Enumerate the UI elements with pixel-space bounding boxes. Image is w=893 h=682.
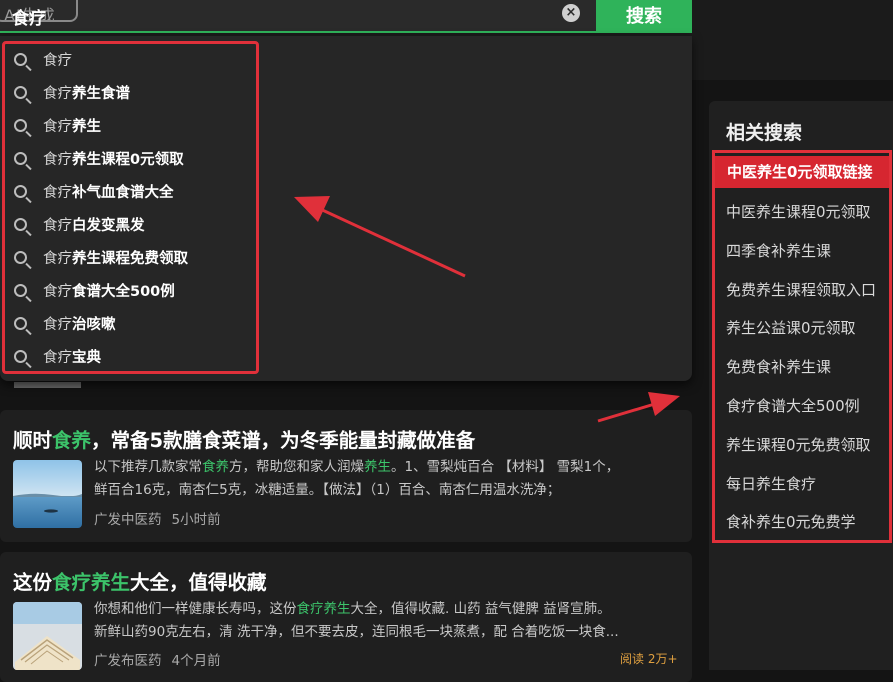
suggestion-prefix: 食疗 [43,118,72,135]
search-icon [14,349,27,363]
related-item[interactable]: 食补养生0元免费学 [726,511,856,532]
result-time: 5小时前 [171,512,221,528]
related-item[interactable]: 中医养生课程0元领取 [726,201,871,222]
search-box[interactable]: AI生成 食疗 × [0,0,596,33]
snippet-text: 。1、雪梨炖百合 【材料】 雪梨1个， [391,459,620,475]
related-item[interactable]: 免费食补养生课 [726,356,831,377]
suggestion-rest: 养生课程免费领取 [72,250,188,267]
result-thumbnail[interactable] [13,460,82,528]
suggestion-rest: 养生食谱 [72,85,130,102]
related-item[interactable]: 四季食补养生课 [726,240,831,261]
snippet-text: 你想和他们一样健康长寿吗，这份 [94,601,297,617]
suggestion-rest: 治咳嗽 [72,316,116,333]
suggestion-prefix: 食疗 [43,316,72,333]
related-item[interactable]: 免费养生课程领取入口 [726,279,876,300]
snippet-highlight: 食养 [202,459,229,475]
read-count-badge: 阅读 2万+ [620,652,678,666]
suggestion-prefix: 食疗 [43,283,72,300]
suggestion-item[interactable]: 食疗白发变黑发 [14,210,254,238]
suggestion-prefix: 食疗 [43,85,72,102]
search-icon [14,283,27,297]
suggestion-item[interactable]: 食疗养生食谱 [14,78,254,106]
suggestion-rest: 养生课程0元领取 [72,151,184,168]
suggestion-rest: 宝典 [72,349,101,366]
result-meta: 广发中医药 5小时前 [94,508,231,528]
related-item[interactable]: 中医养生0元领取链接 [715,156,889,188]
close-circle-icon[interactable]: × [562,4,580,22]
suggestion-prefix: 食疗 [43,52,72,69]
suggestion-rest: 补气血食谱大全 [72,184,174,201]
result-title-text: ，常备5款膳食菜谱，为冬季能量封藏做准备 [91,429,476,452]
suggestion-prefix: 食疗 [43,151,72,168]
search-icon [14,151,27,165]
search-icon [14,184,27,198]
result-snippet: 以下推荐几款家常食养方，帮助您和家人润燥养生。1、雪梨炖百合 【材料】 雪梨1个… [94,456,674,479]
result-time: 4个月前 [171,653,221,669]
related-item[interactable]: 食疗食谱大全500例 [726,395,860,416]
snippet-highlight: 养生 [364,459,391,475]
related-item[interactable]: 每日养生食疗 [726,473,816,494]
search-icon [14,250,27,264]
result-source[interactable]: 广发中医药 [94,512,162,528]
result-source[interactable]: 广发布医药 [94,653,162,669]
suggestion-prefix: 食疗 [43,349,72,366]
search-input[interactable]: 食疗 [12,4,46,29]
suggestion-prefix: 食疗 [43,217,72,234]
suggestion-item[interactable]: 食疗养生课程免费领取 [14,243,254,271]
search-icon [14,217,27,231]
suggestion-prefix: 食疗 [43,184,72,201]
suggestion-item[interactable]: 食疗养生课程0元领取 [14,144,254,172]
result-thumbnail[interactable] [13,602,82,670]
suggestion-rest: 养生 [72,118,101,135]
snippet-text: 方，帮助您和家人润燥 [229,459,364,475]
snippet-text: 以下推荐几款家常 [94,459,202,475]
result-title-highlight: 食养 [52,429,92,452]
result-card[interactable]: 这份食疗养生大全，值得收藏 你想和他们一样健康长寿吗，这份食疗养生大全，值得收藏… [0,552,692,682]
result-title-highlight: 食疗养生 [52,571,131,594]
suggestion-item[interactable]: 食疗治咳嗽 [14,309,254,337]
suggestion-rest: 食谱大全500例 [72,283,175,300]
result-title-text: 这份 [13,571,53,594]
search-button[interactable]: 搜索 [596,0,692,33]
search-icon [14,118,27,132]
search-icon [14,316,27,330]
snippet-text: 大全，值得收藏. 山药 益气健脾 益肾宣肺。 [350,601,611,617]
suggestion-item[interactable]: 食疗 [14,45,254,73]
result-meta: 广发布医药 4个月前 [94,649,231,669]
suggestion-rest: 白发变黑发 [72,217,145,234]
search-icon [14,52,27,66]
search-icon [14,85,27,99]
related-search-title: 相关搜索 [726,122,803,144]
result-title[interactable]: 顺时食养，常备5款膳食菜谱，为冬季能量封藏做准备 [13,424,475,453]
result-title-text: 顺时 [13,429,53,452]
result-card[interactable]: 顺时食养，常备5款膳食菜谱，为冬季能量封藏做准备 以下推荐几款家常食养方，帮助您… [0,410,692,542]
suggestion-item[interactable]: 食疗宝典 [14,342,254,370]
related-item[interactable]: 养生课程0元免费领取 [726,434,871,455]
result-snippet-line2: 鲜百合16克，南杏仁5克，冰糖适量。【做法】（1）百合、南杏仁用温水洗净； [94,482,561,498]
scroll-indicator [14,382,81,388]
related-item[interactable]: 养生公益课0元领取 [726,317,856,338]
result-snippet-line2: 新鲜山药90克左右，清 洗干净，但不要去皮，连同根毛一块蒸煮，配 合着吃饭一块食… [94,624,619,640]
suggestion-prefix: 食疗 [43,250,72,267]
suggestion-item[interactable]: 食疗养生 [14,111,254,139]
snippet-highlight: 食疗养生 [296,601,351,617]
result-title-text: 大全，值得收藏 [130,571,267,594]
suggestion-item[interactable]: 食疗补气血食谱大全 [14,177,254,205]
result-snippet: 你想和他们一样健康长寿吗，这份食疗养生大全，值得收藏. 山药 益气健脾 益肾宣肺… [94,598,674,621]
suggestion-item[interactable]: 食疗食谱大全500例 [14,276,254,304]
result-title[interactable]: 这份食疗养生大全，值得收藏 [13,566,267,595]
